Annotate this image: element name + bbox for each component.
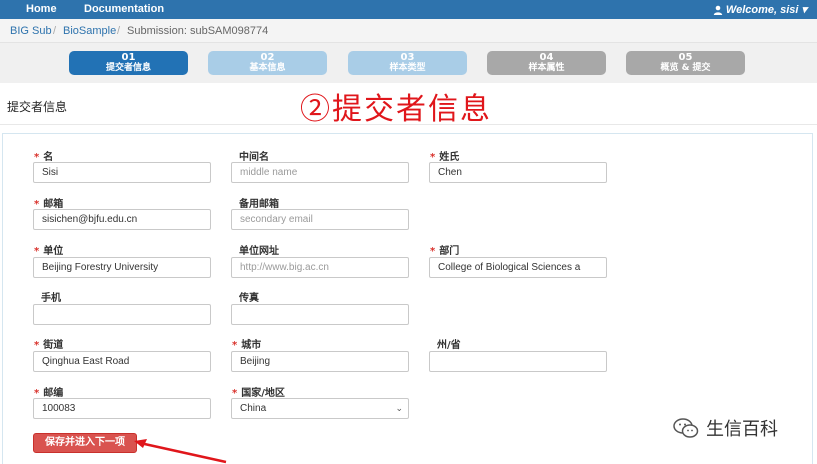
breadcrumb-separator: / <box>53 25 57 37</box>
step-label: 提交者信息 <box>105 63 151 73</box>
email-input[interactable]: sisichen@bjfu.edu.cn <box>33 209 211 230</box>
country-select[interactable]: China ⌄ <box>231 398 409 419</box>
last-name-label: * 姓氏 <box>430 152 460 163</box>
step-number: 05 <box>678 52 693 63</box>
first-name-label: * 名 <box>34 152 54 163</box>
wechat-icon <box>673 418 699 438</box>
organization-url-input[interactable]: http://www.big.ac.cn <box>231 257 409 278</box>
step-label: 概览 & 提交 <box>660 63 711 73</box>
country-selected-value: China <box>240 403 267 414</box>
annotation-arrow-icon <box>134 439 227 464</box>
breadcrumb-biosample[interactable]: BioSample <box>63 25 116 37</box>
first-name-input[interactable]: Sisi <box>33 162 211 183</box>
user-menu[interactable]: Welcome, sisi ▾ <box>713 3 807 16</box>
watermark-text: 生信百科 <box>706 419 778 440</box>
step-number: 01 <box>121 52 136 63</box>
mobile-label: 手机 <box>41 293 61 304</box>
street-input[interactable]: Qinghua East Road <box>33 351 211 372</box>
section-title: 提交者信息 <box>7 100 68 114</box>
step-submitter-info[interactable]: 01 提交者信息 <box>69 51 188 75</box>
user-icon <box>713 5 723 15</box>
chevron-down-icon: ▾ <box>801 4 807 16</box>
step-number: 03 <box>400 52 415 63</box>
breadcrumb-current: Submission: subSAM098774 <box>127 25 269 37</box>
breadcrumb-big-sub[interactable]: BIG Sub <box>10 25 52 37</box>
department-input[interactable]: College of Biological Sciences a <box>429 257 607 278</box>
fax-label: 传真 <box>239 293 259 304</box>
step-label: 样本类型 <box>389 63 426 73</box>
organization-label: * 单位 <box>34 246 64 257</box>
watermark: 生信百科 <box>672 415 778 441</box>
step-sample-type[interactable]: 03 样本类型 <box>348 51 467 75</box>
postcode-input[interactable]: 100083 <box>33 398 211 419</box>
province-input[interactable] <box>429 351 607 372</box>
step-label: 基本信息 <box>249 63 286 73</box>
secondary-email-label: 备用邮箱 <box>239 199 279 210</box>
city-label: * 城市 <box>232 340 262 351</box>
last-name-input[interactable]: Chen <box>429 162 607 183</box>
secondary-email-input[interactable]: secondary email <box>231 209 409 230</box>
step-sample-attributes[interactable]: 04 样本属性 <box>487 51 606 75</box>
postcode-label: * 邮编 <box>34 388 64 399</box>
middle-name-input[interactable]: middle name <box>231 162 409 183</box>
middle-name-label: 中间名 <box>239 152 269 163</box>
step-label: 样本属性 <box>528 63 565 73</box>
street-label: * 街道 <box>34 340 64 351</box>
step-basic-info[interactable]: 02 基本信息 <box>208 51 327 75</box>
step-number: 02 <box>260 52 275 63</box>
step-overview-submit[interactable]: 05 概览 & 提交 <box>626 51 745 75</box>
save-and-next-button[interactable]: 保存并进入下一项 <box>33 433 137 453</box>
nav-home-link[interactable]: Home <box>26 3 57 15</box>
step-wizard: 01 提交者信息 02 基本信息 03 样本类型 04 样本属性 05 概览 &… <box>0 43 817 83</box>
fax-input[interactable] <box>231 304 409 325</box>
breadcrumb-separator: / <box>117 25 121 37</box>
country-label: * 国家/地区 <box>232 388 285 399</box>
mobile-input[interactable] <box>33 304 211 325</box>
province-label: 州/省 <box>437 340 461 351</box>
step-number: 04 <box>539 52 554 63</box>
breadcrumb: BIG Sub / BioSample / Submission: subSAM… <box>0 19 817 43</box>
city-input[interactable]: Beijing <box>231 351 409 372</box>
nav-documentation-link[interactable]: Documentation <box>84 3 164 15</box>
chevron-down-icon: ⌄ <box>395 403 403 413</box>
user-greeting: Welcome, sisi <box>725 3 799 16</box>
organization-input[interactable]: Beijing Forestry University <box>33 257 211 278</box>
email-label: * 邮箱 <box>34 199 64 210</box>
organization-url-label: 单位网址 <box>239 246 279 257</box>
divider <box>0 124 817 125</box>
annotation-overlay: ②提交者信息 <box>300 92 492 127</box>
top-nav: Home Documentation Welcome, sisi ▾ <box>0 0 817 19</box>
page: Home Documentation Welcome, sisi ▾ BIG S… <box>0 0 817 464</box>
department-label: * 部门 <box>430 246 460 257</box>
